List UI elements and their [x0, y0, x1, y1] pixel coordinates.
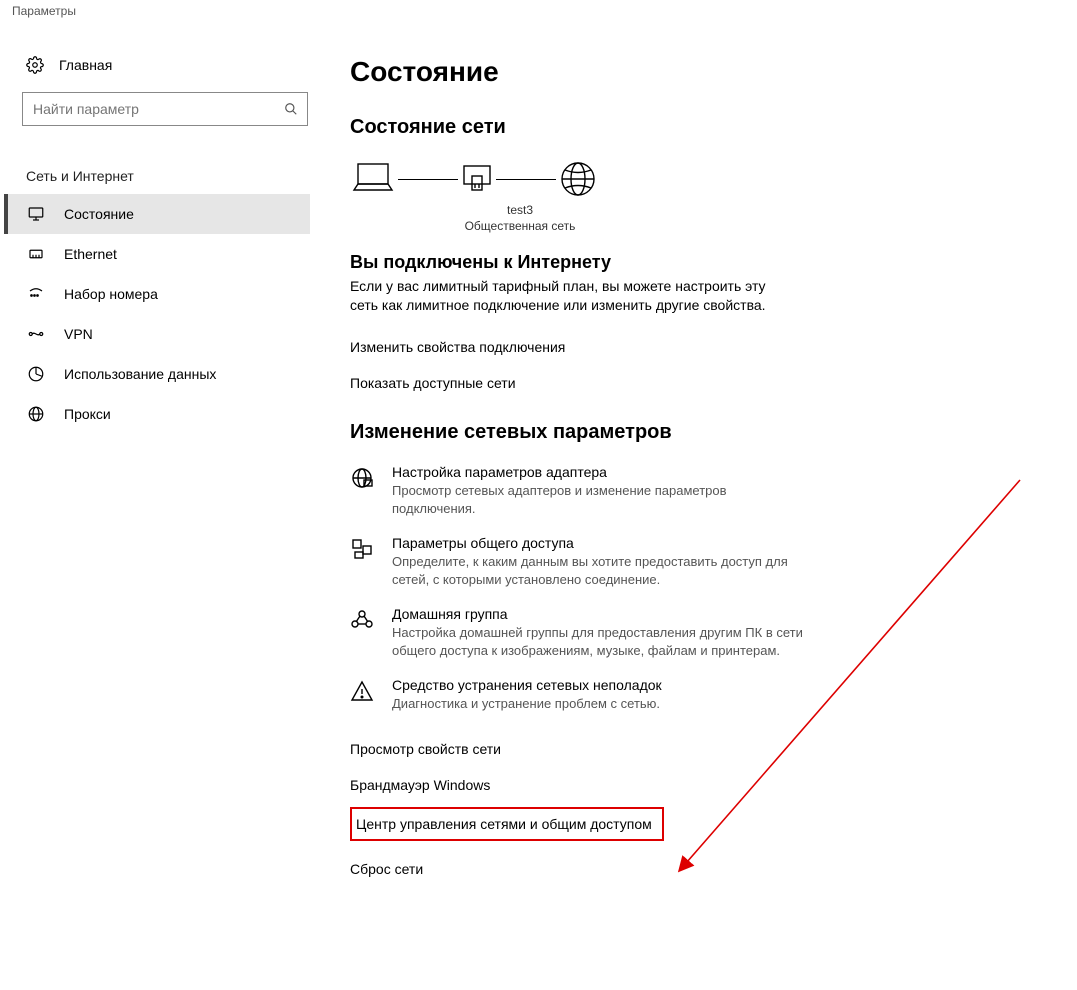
- internet-globe-icon: [558, 159, 598, 199]
- search-input-wrap[interactable]: [22, 92, 308, 126]
- option-title: Настройка параметров адаптера: [392, 464, 810, 480]
- network-diagram: [350, 159, 1037, 217]
- sidebar-item-label: Использование данных: [64, 366, 216, 382]
- router-icon: [460, 162, 494, 196]
- sharing-icon: [350, 535, 376, 564]
- page-title: Состояние: [350, 56, 1037, 88]
- option-homegroup[interactable]: Домашняя группа Настройка домашней групп…: [350, 606, 810, 659]
- sidebar-item-vpn[interactable]: VPN: [4, 314, 310, 354]
- section-change-settings: Изменение сетевых параметров: [350, 421, 1037, 444]
- ethernet-icon: [26, 245, 46, 263]
- globe-icon: [26, 405, 46, 423]
- phone-icon: [26, 285, 46, 303]
- main-content: Состояние Состояние сети test3 Обществен…: [310, 18, 1077, 986]
- sidebar-item-label: VPN: [64, 326, 93, 342]
- link-network-reset[interactable]: Сброс сети: [350, 851, 1037, 887]
- sidebar-item-data-usage[interactable]: Использование данных: [4, 354, 310, 394]
- link-network-sharing-center[interactable]: Центр управления сетями и общим доступом: [350, 807, 664, 841]
- option-title: Домашняя группа: [392, 606, 810, 622]
- laptop-icon: [350, 160, 396, 198]
- section-network-status: Состояние сети: [350, 116, 1037, 139]
- monitor-icon: [26, 205, 46, 223]
- warning-icon: [350, 677, 376, 706]
- sidebar-item-label: Состояние: [64, 206, 134, 222]
- gear-icon: [26, 56, 44, 74]
- window-title: Параметры: [0, 0, 1077, 18]
- sidebar-item-status[interactable]: Состояние: [4, 194, 310, 234]
- connected-heading: Вы подключены к Интернету: [350, 252, 1037, 273]
- option-sharing-settings[interactable]: Параметры общего доступа Определите, к к…: [350, 535, 810, 588]
- sidebar-home[interactable]: Главная: [4, 48, 310, 82]
- data-usage-icon: [26, 365, 46, 383]
- option-title: Средство устранения сетевых неполадок: [392, 677, 662, 693]
- option-desc: Определите, к каким данным вы хотите пре…: [392, 553, 810, 588]
- sidebar: Главная Сеть и Интернет Состояние Ethern…: [0, 18, 310, 986]
- adapter-icon: [350, 464, 376, 493]
- link-network-properties[interactable]: Просмотр свойств сети: [350, 731, 1037, 767]
- link-change-connection-properties[interactable]: Изменить свойства подключения: [350, 329, 1037, 365]
- search-input[interactable]: [33, 101, 279, 117]
- sidebar-item-label: Набор номера: [64, 286, 158, 302]
- option-desc: Диагностика и устранение проблем с сетью…: [392, 695, 662, 713]
- vpn-icon: [26, 325, 46, 343]
- connected-desc: Если у вас лимитный тарифный план, вы мо…: [350, 277, 770, 315]
- option-adapter-settings[interactable]: Настройка параметров адаптера Просмотр с…: [350, 464, 810, 517]
- sidebar-home-label: Главная: [59, 57, 112, 73]
- sidebar-item-label: Ethernet: [64, 246, 117, 262]
- option-desc: Настройка домашней группы для предоставл…: [392, 624, 810, 659]
- sidebar-category: Сеть и Интернет: [4, 126, 310, 194]
- option-desc: Просмотр сетевых адаптеров и изменение п…: [392, 482, 810, 517]
- sidebar-item-proxy[interactable]: Прокси: [4, 394, 310, 434]
- option-title: Параметры общего доступа: [392, 535, 810, 551]
- sidebar-item-ethernet[interactable]: Ethernet: [4, 234, 310, 274]
- link-windows-firewall[interactable]: Брандмауэр Windows: [350, 767, 1037, 803]
- network-type: Общественная сеть: [460, 219, 580, 235]
- sidebar-item-label: Прокси: [64, 406, 111, 422]
- option-troubleshooter[interactable]: Средство устранения сетевых неполадок Ди…: [350, 677, 810, 713]
- search-icon: [279, 102, 303, 116]
- homegroup-icon: [350, 606, 376, 635]
- sidebar-item-dialup[interactable]: Набор номера: [4, 274, 310, 314]
- link-show-available-networks[interactable]: Показать доступные сети: [350, 365, 1037, 401]
